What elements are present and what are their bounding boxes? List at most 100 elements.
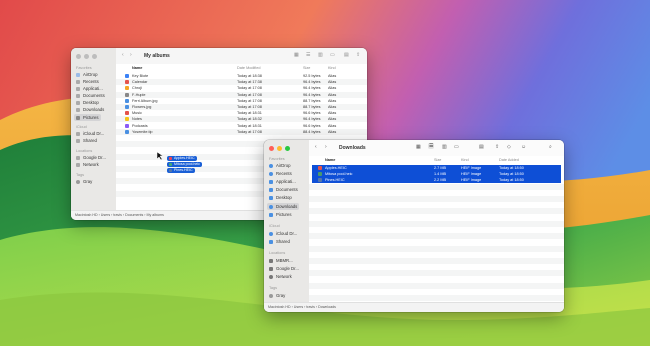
sidebar-item-downloads[interactable]: Downloads	[267, 203, 300, 210]
desktop-icon	[269, 195, 273, 200]
sidebar-item-downloads[interactable]: Downloads	[76, 107, 104, 112]
search-icon[interactable]: ⌕	[549, 144, 552, 150]
table-row[interactable]: Mitosa pool.heic 1.4 MB HEIF Image Today at…	[312, 171, 561, 178]
sidebar-item-desktop[interactable]: Desktop	[269, 195, 292, 200]
table-row[interactable]: F-Huple Today at 17:08 96.4 bytes Alias	[116, 91, 367, 98]
back-chevron-icon[interactable]: ‹	[315, 144, 317, 150]
cell-kind: Alias	[328, 86, 337, 91]
icon-view-icon[interactable]: ▦	[416, 144, 421, 150]
gallery-view-icon[interactable]: ▭	[454, 144, 459, 150]
sidebar-section-icloud: iCloud	[269, 224, 280, 228]
close-button[interactable]	[269, 146, 274, 151]
sidebar-item-applications[interactable]: Applicati...	[76, 86, 103, 91]
sidebar: Favorites AirDrop Recents Applicati... D…	[264, 140, 310, 312]
back-chevron-icon[interactable]: ‹	[122, 52, 124, 58]
table-row[interactable]: Podcasts Today at 18:31 96.6 bytes Alias	[116, 122, 367, 129]
column-header-size[interactable]: Size	[434, 158, 441, 162]
tag-icon[interactable]: ◇	[507, 144, 511, 150]
sidebar-item-airdrop[interactable]: AirDrop	[76, 72, 98, 77]
column-header-date-added[interactable]: Date Added	[499, 158, 519, 162]
sidebar-item-tag-gray[interactable]: Gray	[76, 179, 92, 184]
sidebar-item-tag-gray[interactable]: Gray	[269, 293, 285, 298]
laptop-icon	[269, 258, 273, 263]
sidebar-item-google-drive[interactable]: Google Dr...	[269, 266, 299, 271]
table-row[interactable]: Chroji Today at 17:08 96.4 bytes Alias	[116, 85, 367, 92]
list-view-icon[interactable]: ☰	[306, 52, 310, 58]
table-row[interactable]: Ferri Album.jpg Today at 17:08 88.7 bytes A…	[116, 97, 367, 104]
group-icon[interactable]: ▤	[479, 144, 484, 150]
gallery-view-icon[interactable]: ▭	[330, 52, 335, 58]
share-icon[interactable]: ⇪	[356, 52, 360, 58]
sidebar-item-label: Google Dr...	[83, 155, 106, 160]
sidebar-item-mbmr[interactable]: MBMR...	[269, 258, 293, 263]
table-row	[309, 214, 564, 221]
zoom-button[interactable]	[92, 54, 97, 59]
cell-name: F-Huple	[132, 92, 146, 97]
cell-name: Flowers.jpg	[132, 105, 152, 109]
table-row[interactable]: Music Today at 18:31 96.6 bytes Alias	[116, 110, 367, 117]
file-icon	[125, 117, 129, 122]
column-view-icon[interactable]: ▥	[442, 144, 447, 150]
sidebar-item-icloud-drive[interactable]: iCloud Dr...	[269, 231, 297, 236]
list-view-icon[interactable]: ☰	[428, 143, 435, 149]
column-header-kind[interactable]: Kind	[328, 66, 336, 70]
column-view-icon[interactable]: ▥	[318, 52, 323, 58]
table-row[interactable]: Yosemite.tip Today at 17:08 88.4 bytes Alia…	[116, 128, 367, 135]
sidebar-item-documents[interactable]: Documents	[76, 93, 105, 98]
table-row[interactable]: Key Biote Today at 18:38 92.5 bytes Alias	[116, 73, 367, 79]
sidebar-item-pictures[interactable]: Pictures	[269, 212, 292, 217]
column-header-name[interactable]: Name	[325, 158, 335, 162]
sidebar-item-applications[interactable]: Applicati...	[269, 179, 296, 184]
share-icon[interactable]: ⇪	[495, 144, 499, 150]
document-icon	[269, 187, 273, 192]
table-row[interactable]: Apples.HEIC 2.7 MB HEIF Image Today at 18:5…	[312, 165, 561, 171]
zoom-button[interactable]	[285, 146, 290, 151]
sidebar-item-label: Gray	[83, 179, 93, 184]
cell-date: Today at 17:08	[237, 129, 262, 134]
path-bar-text[interactable]: Macintosh HD › Users › travis › Document…	[75, 211, 164, 220]
sidebar-item-airdrop[interactable]: AirDrop	[269, 163, 291, 168]
file-icon	[125, 123, 129, 128]
path-bar-text[interactable]: Macintosh HD › Users › travis › Download…	[268, 303, 336, 312]
table-row[interactable]: Calendar Today at 17:38 96.4 bytes Alias	[116, 79, 367, 86]
download-icon	[76, 107, 80, 112]
table-row	[309, 208, 564, 215]
cell-name: Key Biote	[132, 74, 149, 78]
sidebar-item-label: Network	[276, 274, 292, 279]
table-row[interactable]: Pines.HEIC 2.2 MB HEIF Image Today at 18:50	[312, 177, 561, 184]
sidebar-item-network[interactable]: Network	[76, 162, 99, 167]
column-header-kind[interactable]: Kind	[461, 158, 469, 162]
cloud-icon	[269, 231, 273, 236]
forward-chevron-icon[interactable]: ›	[325, 144, 327, 150]
group-icon[interactable]: ▤	[344, 52, 349, 58]
cell-name: Ferri Album.jpg	[132, 98, 158, 103]
sidebar-item-shared[interactable]: Shared	[269, 239, 290, 244]
table-row[interactable]: Notes Today at 18:32 96.4 bytes Alias	[116, 116, 367, 123]
column-header-name[interactable]: Name	[132, 66, 142, 70]
sidebar-item-pictures[interactable]: Pictures	[74, 114, 101, 121]
file-icon	[125, 86, 129, 91]
forward-chevron-icon[interactable]: ›	[130, 52, 132, 58]
column-header-size[interactable]: Size	[303, 66, 310, 70]
sidebar-item-google-drive[interactable]: Google Dr...	[76, 155, 106, 160]
table-row	[309, 295, 564, 302]
cell-date: Today at 18:38	[237, 74, 262, 78]
applications-icon	[269, 179, 273, 184]
close-button[interactable]	[76, 54, 81, 59]
sidebar-item-desktop[interactable]: Desktop	[76, 100, 99, 105]
image-file-icon	[169, 163, 172, 166]
sidebar-item-recents[interactable]: Recents	[269, 171, 292, 176]
minimize-button[interactable]	[277, 146, 282, 151]
table-row[interactable]: Flowers.jpg Today at 17:08 88.7 bytes Alias	[116, 104, 367, 110]
window-title: Downloads	[339, 145, 366, 151]
column-header-date[interactable]: Date Modified	[237, 66, 260, 70]
sidebar-item-shared[interactable]: Shared	[76, 138, 97, 143]
minimize-button[interactable]	[84, 54, 89, 59]
sidebar-item-recents[interactable]: Recents	[76, 79, 99, 84]
sidebar-item-documents[interactable]: Documents	[269, 187, 298, 192]
sidebar-item-icloud-drive[interactable]: iCloud Dr...	[76, 131, 104, 136]
icon-view-icon[interactable]: ▦	[294, 52, 299, 58]
more-icon[interactable]: ☺	[521, 144, 526, 150]
window-controls	[76, 54, 97, 59]
sidebar-item-network[interactable]: Network	[269, 274, 292, 279]
